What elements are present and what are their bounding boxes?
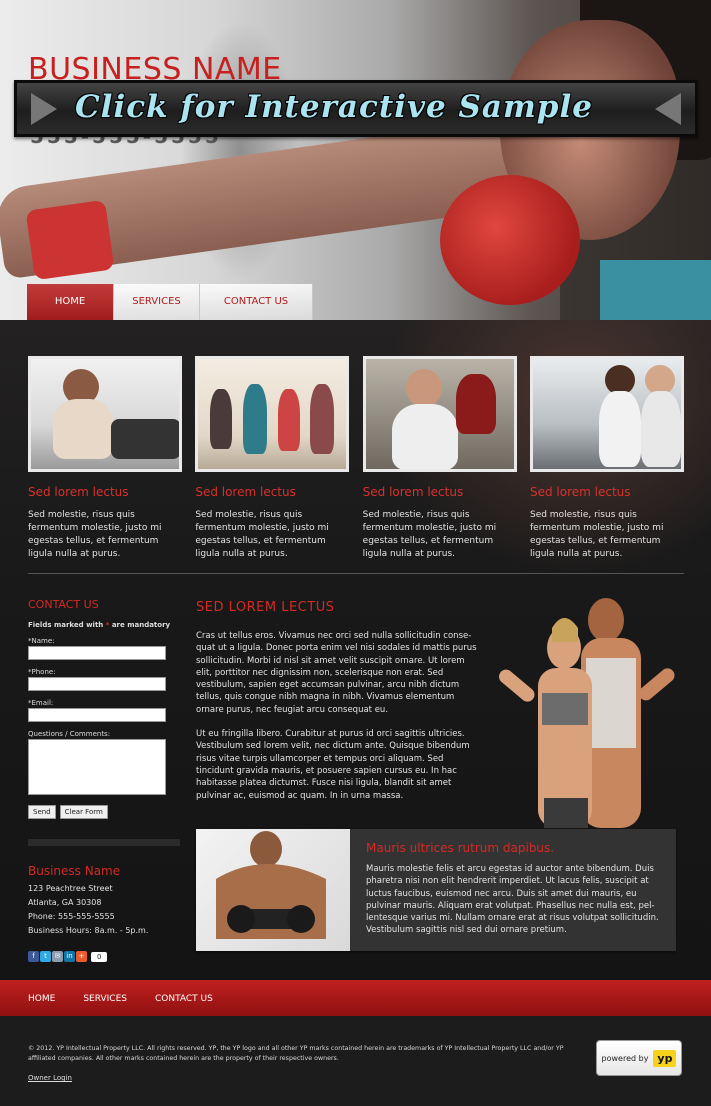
boxer-top-image bbox=[600, 260, 711, 320]
contact-form-title: CONTACT US bbox=[28, 598, 99, 611]
business-info-name: Business Name bbox=[28, 864, 121, 878]
name-label: *Name: bbox=[28, 637, 55, 645]
promo-body: Mauris molestie felis et arcu egestas id… bbox=[366, 864, 659, 936]
nav-services[interactable]: SERVICES bbox=[114, 284, 200, 320]
boxing-glove-image bbox=[440, 175, 580, 305]
plus-share-icon[interactable]: + bbox=[76, 951, 87, 962]
sidebar-divider bbox=[28, 839, 180, 846]
footer-nav-services[interactable]: SERVICES bbox=[83, 980, 127, 1016]
mandatory-note-suffix: are mandatory bbox=[111, 621, 171, 629]
mandatory-star: * bbox=[105, 621, 110, 629]
twitter-icon[interactable]: t bbox=[40, 951, 51, 962]
promo-image-dumbbell bbox=[196, 829, 350, 951]
feature-body: Sed molestie, risus quis fermentum moles… bbox=[195, 510, 329, 559]
feature-title: Sed lorem lectus bbox=[195, 485, 296, 499]
contact-form: CONTACT US Fields marked with * are mand… bbox=[28, 598, 182, 846]
footer: © 2012. YP Intellectual Property LLC. Al… bbox=[0, 1016, 711, 1106]
feature-body: Sed molestie, risus quis fermentum moles… bbox=[529, 510, 664, 559]
interactive-sample-text: Click for Interactive Sample bbox=[75, 89, 593, 125]
footer-nav: HOME SERVICES CONTACT US bbox=[0, 980, 711, 1016]
mandatory-note: Fields marked with * are mandatory bbox=[28, 621, 182, 629]
comments-label: Questions / Comments: bbox=[28, 730, 111, 738]
feature-item: Sed lorem lectus Sed molestie, risus qui… bbox=[195, 356, 350, 561]
hero-banner: BUSINESS NAME 555-555-5555 bbox=[0, 0, 711, 320]
business-hours: Business Hours: 8a.m. - 5p.m. bbox=[28, 926, 149, 935]
arrow-left-icon bbox=[31, 93, 57, 125]
mandatory-note-prefix: Fields marked with bbox=[28, 621, 104, 629]
linkedin-icon[interactable]: in bbox=[64, 951, 75, 962]
article-paragraph-2: Ut eu fringilla libero. Curabitur at pur… bbox=[196, 729, 470, 801]
social-share-bar: f t ✉ in + 0 bbox=[28, 951, 108, 962]
business-city: Atlanta, GA 30308 bbox=[28, 898, 102, 907]
name-field[interactable] bbox=[28, 646, 166, 660]
feature-list: Sed lorem lectus Sed molestie, risus qui… bbox=[28, 356, 684, 561]
feature-body: Sed molestie, risus quis fermentum moles… bbox=[362, 510, 497, 559]
clear-form-button[interactable]: Clear Form bbox=[59, 805, 108, 819]
feature-title: Sed lorem lectus bbox=[529, 485, 631, 499]
feature-image-trainer bbox=[529, 356, 684, 472]
arrow-right-icon bbox=[655, 93, 681, 125]
feature-image-weight-machine bbox=[362, 356, 517, 472]
boxer-wrap-image bbox=[25, 199, 115, 281]
article-title: SED LOREM LECTUS bbox=[196, 600, 335, 615]
phone-field[interactable] bbox=[28, 677, 166, 691]
nav-contact-us[interactable]: CONTACT US bbox=[200, 284, 313, 320]
main-nav: HOME SERVICES CONTACT US bbox=[27, 284, 313, 320]
powered-by-yp-badge[interactable]: powered by yp bbox=[596, 1040, 682, 1076]
promo-box: Mauris ultrices rutrum dapibus. Mauris m… bbox=[196, 829, 676, 951]
article-paragraph-1: Cras ut tellus eros. Vivamus nec orci se… bbox=[196, 631, 477, 715]
owner-login-link[interactable]: Owner Login bbox=[28, 1074, 72, 1082]
yp-logo-icon: yp bbox=[653, 1049, 677, 1067]
feature-title: Sed lorem lectus bbox=[362, 485, 464, 499]
share-count: 0 bbox=[91, 951, 108, 962]
powered-by-label: powered by bbox=[601, 1053, 649, 1063]
section-divider bbox=[28, 573, 684, 574]
business-info: Business Name 123 Peachtree Street Atlan… bbox=[28, 864, 188, 937]
email-label: *Email: bbox=[28, 699, 54, 707]
article-body: Cras ut tellus eros. Vivamus nec orci se… bbox=[196, 630, 480, 802]
interactive-sample-banner[interactable]: Click for Interactive Sample bbox=[14, 80, 698, 137]
facebook-icon[interactable]: f bbox=[28, 951, 39, 962]
copyright-text: © 2012. YP Intellectual Property LLC. Al… bbox=[28, 1045, 564, 1062]
comments-field[interactable] bbox=[28, 739, 166, 795]
phone-label: *Phone: bbox=[28, 668, 56, 676]
feature-item: Sed lorem lectus Sed molestie, risus qui… bbox=[529, 356, 684, 561]
feature-image-step-class bbox=[195, 356, 350, 472]
feature-body: Sed molestie, risus quis fermentum moles… bbox=[28, 510, 162, 559]
footer-nav-contact-us[interactable]: CONTACT US bbox=[155, 980, 213, 1016]
feature-title: Sed lorem lectus bbox=[28, 485, 129, 499]
business-street: 123 Peachtree Street bbox=[28, 884, 113, 893]
footer-nav-home[interactable]: HOME bbox=[28, 980, 55, 1016]
feature-image-cycling bbox=[28, 356, 182, 472]
feature-item: Sed lorem lectus Sed molestie, risus qui… bbox=[362, 356, 517, 561]
promo-title: Mauris ultrices rutrum dapibus. bbox=[366, 841, 555, 855]
business-phone-info: Phone: 555-555-5555 bbox=[28, 912, 115, 921]
fitness-couple-image bbox=[486, 598, 682, 828]
send-button[interactable]: Send bbox=[28, 805, 56, 819]
feature-item: Sed lorem lectus Sed molestie, risus qui… bbox=[28, 356, 182, 561]
email-field[interactable] bbox=[28, 708, 166, 722]
email-icon[interactable]: ✉ bbox=[52, 951, 63, 962]
nav-home[interactable]: HOME bbox=[27, 284, 114, 320]
